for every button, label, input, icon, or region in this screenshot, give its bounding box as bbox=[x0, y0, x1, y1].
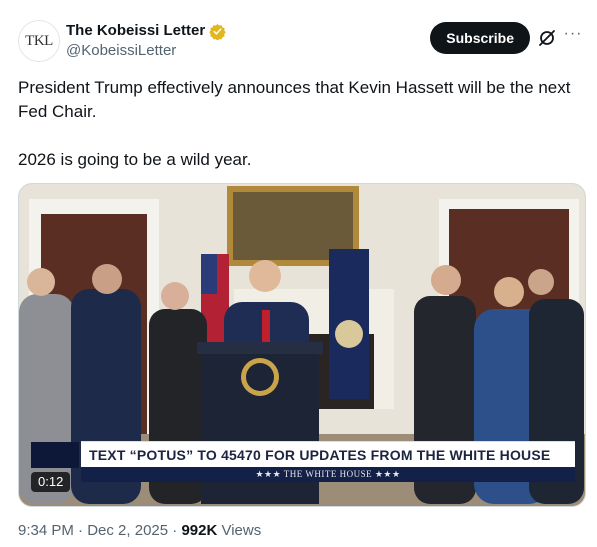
author-display-name[interactable]: The Kobeissi Letter bbox=[66, 22, 226, 40]
video-duration: 0:12 bbox=[31, 472, 71, 492]
grok-icon[interactable] bbox=[537, 28, 557, 48]
post-date[interactable]: Dec 2, 2025 bbox=[87, 522, 168, 539]
views-count: 992K bbox=[181, 522, 218, 539]
display-name-text: The Kobeissi Letter bbox=[66, 22, 206, 39]
white-house-logo-icon bbox=[31, 442, 79, 468]
author-names: The Kobeissi Letter @KobeissiLetter bbox=[66, 22, 226, 61]
post-header: TKL The Kobeissi Letter @KobeissiLetter … bbox=[18, 18, 583, 62]
post-meta: 9:34 PM · Dec 2, 2025 · 992K Views bbox=[18, 521, 261, 541]
video-player[interactable]: TEXT “POTUS” TO 45470 FOR UPDATES FROM T… bbox=[18, 183, 586, 507]
subscribe-button[interactable]: Subscribe bbox=[430, 22, 530, 54]
post-text: President Trump effectively announces th… bbox=[18, 78, 571, 169]
verified-badge-icon bbox=[209, 23, 226, 40]
video-chyron-sub: ★★★ THE WHITE HOUSE ★★★ bbox=[81, 467, 575, 482]
views-label: Views bbox=[217, 522, 262, 539]
author-avatar[interactable]: TKL bbox=[18, 20, 60, 62]
meta-separator-2: · bbox=[168, 522, 182, 539]
video-chyron: TEXT “POTUS” TO 45470 FOR UPDATES FROM T… bbox=[81, 441, 575, 467]
avatar-logo-text: TKL bbox=[25, 32, 53, 49]
more-options-icon[interactable]: ··· bbox=[563, 24, 583, 44]
post-time[interactable]: 9:34 PM bbox=[18, 522, 74, 539]
meta-separator: · bbox=[73, 522, 88, 539]
author-handle[interactable]: @KobeissiLetter bbox=[66, 41, 226, 61]
